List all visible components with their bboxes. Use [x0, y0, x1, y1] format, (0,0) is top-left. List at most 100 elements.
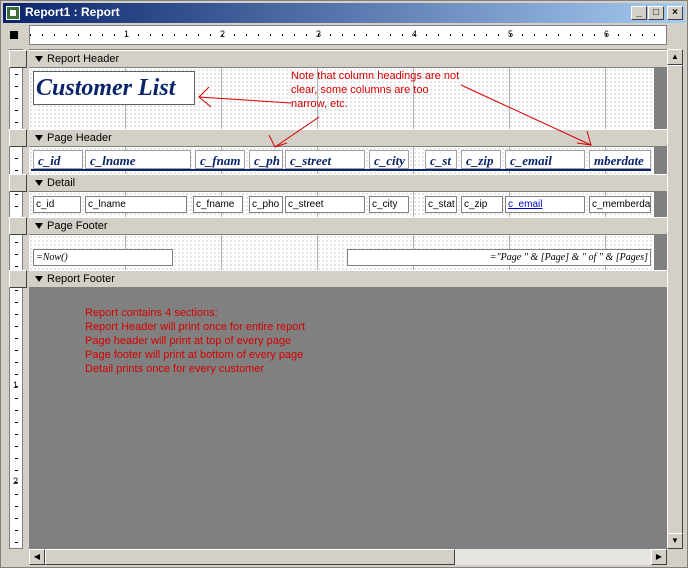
section-page-footer[interactable]: Page Footer: [29, 217, 667, 235]
ruler-tick: [15, 410, 18, 411]
page-footer-selector[interactable]: [9, 217, 27, 235]
title-bar[interactable]: Report1 : Report _ □ ×: [3, 3, 685, 23]
report-footer-selector[interactable]: [9, 270, 27, 288]
ruler-mark: 6: [604, 29, 610, 39]
ruler-tick: [294, 34, 295, 36]
ruler-tick: [498, 34, 499, 36]
detail-field-textbox[interactable]: c_stat: [425, 196, 457, 213]
ruler-tick: [234, 34, 235, 36]
page-header-body[interactable]: c_id c_lname c_fnam c_ph c_street c_city c_st c…: [29, 147, 654, 174]
maximize-button[interactable]: □: [648, 6, 664, 20]
close-button[interactable]: ×: [667, 6, 683, 20]
detail-field-textbox[interactable]: c_id: [33, 196, 81, 213]
date-textbox[interactable]: =Now(): [33, 249, 173, 266]
section-label-page-header: Page Header: [47, 132, 112, 144]
ruler-tick: [210, 34, 211, 36]
ruler-tick: [450, 34, 451, 36]
section-page-header[interactable]: Page Header: [29, 129, 667, 147]
ruler-tick: [366, 34, 367, 36]
ruler-tick: [354, 34, 355, 36]
report-title-label[interactable]: Customer List: [33, 71, 195, 105]
column-heading-label[interactable]: c_street: [285, 150, 365, 169]
horizontal-scroll-thumb[interactable]: [45, 549, 455, 565]
detail-field-textbox[interactable]: c_street: [285, 196, 365, 213]
vertical-ruler[interactable]: 12: [9, 49, 23, 549]
ruler-tick: [630, 34, 631, 36]
ruler-tick: [426, 34, 427, 36]
report-window: Report1 : Report _ □ × 123456 12 Report …: [0, 0, 688, 568]
ruler-tick: [15, 302, 18, 303]
minimize-button[interactable]: _: [631, 6, 647, 20]
sections-note-line: Detail prints once for every customer: [85, 363, 265, 375]
ruler-tick: [54, 34, 55, 36]
ruler-tick: [15, 362, 18, 363]
grid-line: [317, 235, 318, 270]
column-heading-label[interactable]: c_zip: [461, 150, 501, 169]
ruler-tick: [15, 266, 18, 267]
detail-field-textbox[interactable]: c_email: [505, 196, 585, 213]
triangle-down-icon: [35, 180, 43, 187]
ruler-mark: 1: [13, 380, 19, 390]
ruler-tick: [42, 34, 43, 36]
column-heading-label[interactable]: c_id: [33, 150, 83, 169]
ruler-tick: [534, 34, 535, 36]
section-report-header[interactable]: Report Header: [29, 50, 667, 68]
horizontal-ruler[interactable]: 1 2 3 4 5 6: [29, 25, 667, 45]
detail-field-textbox[interactable]: c_zip: [461, 196, 503, 213]
column-heading-label[interactable]: mberdate: [589, 150, 651, 169]
ruler-tick: [378, 34, 379, 36]
scroll-up-button[interactable]: ▲: [667, 49, 683, 65]
page-number-textbox[interactable]: ="Page " & [Page] & " of " & [Pages]: [347, 249, 651, 266]
section-report-footer[interactable]: Report Footer: [29, 270, 667, 288]
detail-field-textbox[interactable]: c_city: [369, 196, 409, 213]
vertical-scrollbar[interactable]: ▲ ▼: [667, 49, 683, 549]
scroll-left-button[interactable]: ◀: [29, 549, 45, 565]
ruler-tick: [582, 34, 583, 36]
report-selector[interactable]: [3, 25, 27, 47]
vertical-scroll-thumb[interactable]: [667, 65, 683, 541]
ruler-tick: [186, 34, 187, 36]
ruler-tick: [15, 170, 18, 171]
report-header-selector[interactable]: [9, 50, 27, 68]
detail-body[interactable]: c_id c_lname c_fname c_pho c_street c_city c_s…: [29, 192, 654, 217]
column-heading-label[interactable]: c_city: [369, 150, 409, 169]
grid-line: [605, 68, 606, 129]
ruler-tick: [15, 86, 18, 87]
size-grip[interactable]: [667, 549, 683, 565]
ruler-tick: [558, 34, 559, 36]
horizontal-scrollbar[interactable]: ◀ ▶: [29, 549, 667, 565]
page-header-selector[interactable]: [9, 129, 27, 147]
ruler-mark: 3: [316, 29, 322, 39]
triangle-down-icon: [35, 223, 43, 230]
ruler-tick: [15, 314, 18, 315]
report-selector-square: [10, 31, 18, 39]
design-surface[interactable]: Report Header Customer List Page Header …: [29, 49, 667, 549]
column-heading-label[interactable]: c_lname: [85, 150, 191, 169]
ruler-tick: [15, 290, 18, 291]
ruler-tick: [15, 494, 18, 495]
detail-field-textbox[interactable]: c_fname: [193, 196, 243, 213]
ruler-tick: [522, 34, 523, 36]
ruler-tick: [15, 530, 18, 531]
detail-field-textbox[interactable]: c_pho: [249, 196, 283, 213]
column-heading-label[interactable]: c_email: [505, 150, 585, 169]
ruler-tick: [282, 34, 283, 36]
section-detail[interactable]: Detail: [29, 174, 667, 192]
ruler-tick: [78, 34, 79, 36]
scroll-right-button[interactable]: ▶: [651, 549, 667, 565]
page-footer-body[interactable]: =Now() ="Page " & [Page] & " of " & [Pag…: [29, 235, 654, 270]
column-heading-label[interactable]: c_fnam: [195, 150, 245, 169]
ruler-tick: [306, 34, 307, 36]
section-label-page-footer: Page Footer: [47, 220, 108, 232]
ruler-tick: [246, 34, 247, 36]
detail-field-textbox[interactable]: c_memberda: [589, 196, 651, 213]
detail-field-textbox[interactable]: c_lname: [85, 196, 187, 213]
ruler-tick: [15, 350, 18, 351]
column-heading-label[interactable]: c_st: [425, 150, 457, 169]
sections-note-line: Report Header will print once for entire…: [85, 321, 306, 333]
report-icon[interactable]: [6, 6, 20, 20]
scroll-down-button[interactable]: ▼: [667, 533, 683, 549]
column-heading-label[interactable]: c_ph: [249, 150, 283, 169]
triangle-down-icon: [35, 135, 43, 142]
detail-selector[interactable]: [9, 174, 27, 192]
